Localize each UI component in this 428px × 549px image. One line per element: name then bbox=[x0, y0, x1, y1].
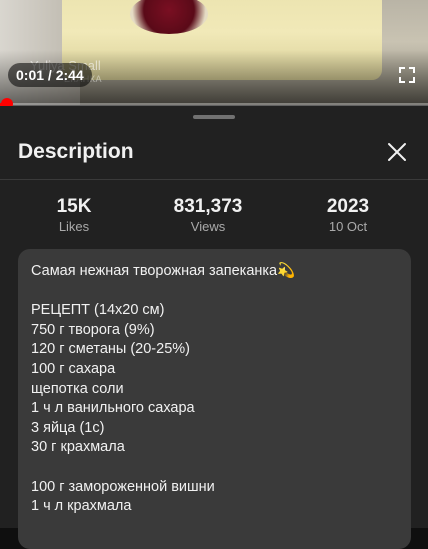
likes-label: Likes bbox=[58, 219, 90, 234]
sheet-drag-handle[interactable] bbox=[193, 115, 235, 119]
description-line bbox=[31, 458, 398, 478]
sheet-title: Description bbox=[18, 140, 134, 163]
likes-count: 15K bbox=[56, 196, 92, 217]
description-line: 1 ч л крахмала bbox=[31, 498, 132, 515]
description-sheet: Description 15K Likes 831,373 Views 2023… bbox=[0, 106, 428, 549]
sheet-divider bbox=[0, 179, 428, 180]
description-line: 750 г творога (9%) bbox=[31, 321, 155, 338]
stat-likes: 15K Likes bbox=[19, 196, 129, 234]
description-line: РЕЦЕПТ (14х20 см) bbox=[31, 302, 165, 319]
views-label: Views bbox=[190, 219, 226, 234]
close-icon[interactable] bbox=[387, 142, 407, 162]
views-count: 831,373 bbox=[173, 196, 243, 217]
description-line: 1 ч л ванильного сахара bbox=[31, 400, 195, 417]
description-box[interactable]: Самая нежная творожная запеканка💫 РЕЦЕПТ… bbox=[18, 249, 411, 549]
video-player[interactable]: Yuliya Small ЕКАНКА 0:01 / 2:44 bbox=[0, 0, 428, 105]
description-line: Самая нежная творожная запеканка💫 bbox=[31, 263, 296, 279]
description-line bbox=[31, 282, 398, 302]
description-line: 120 г сметаны (20-25%) bbox=[31, 341, 190, 358]
stat-date: 2023 10 Oct bbox=[293, 196, 403, 234]
description-line: щепотка соли bbox=[31, 380, 124, 397]
description-line: 3 яйца (1с) bbox=[31, 419, 105, 436]
publish-year: 2023 bbox=[326, 196, 370, 217]
stat-views: 831,373 Views bbox=[153, 196, 263, 234]
time-display: 0:01 / 2:44 bbox=[8, 63, 92, 87]
description-line: 30 г крахмала bbox=[31, 439, 125, 456]
fullscreen-icon[interactable] bbox=[399, 67, 415, 83]
description-line: 100 г замороженной вишни bbox=[31, 478, 215, 495]
description-line: 100 г сахара bbox=[31, 360, 116, 377]
publish-date: 10 Oct bbox=[328, 219, 368, 234]
